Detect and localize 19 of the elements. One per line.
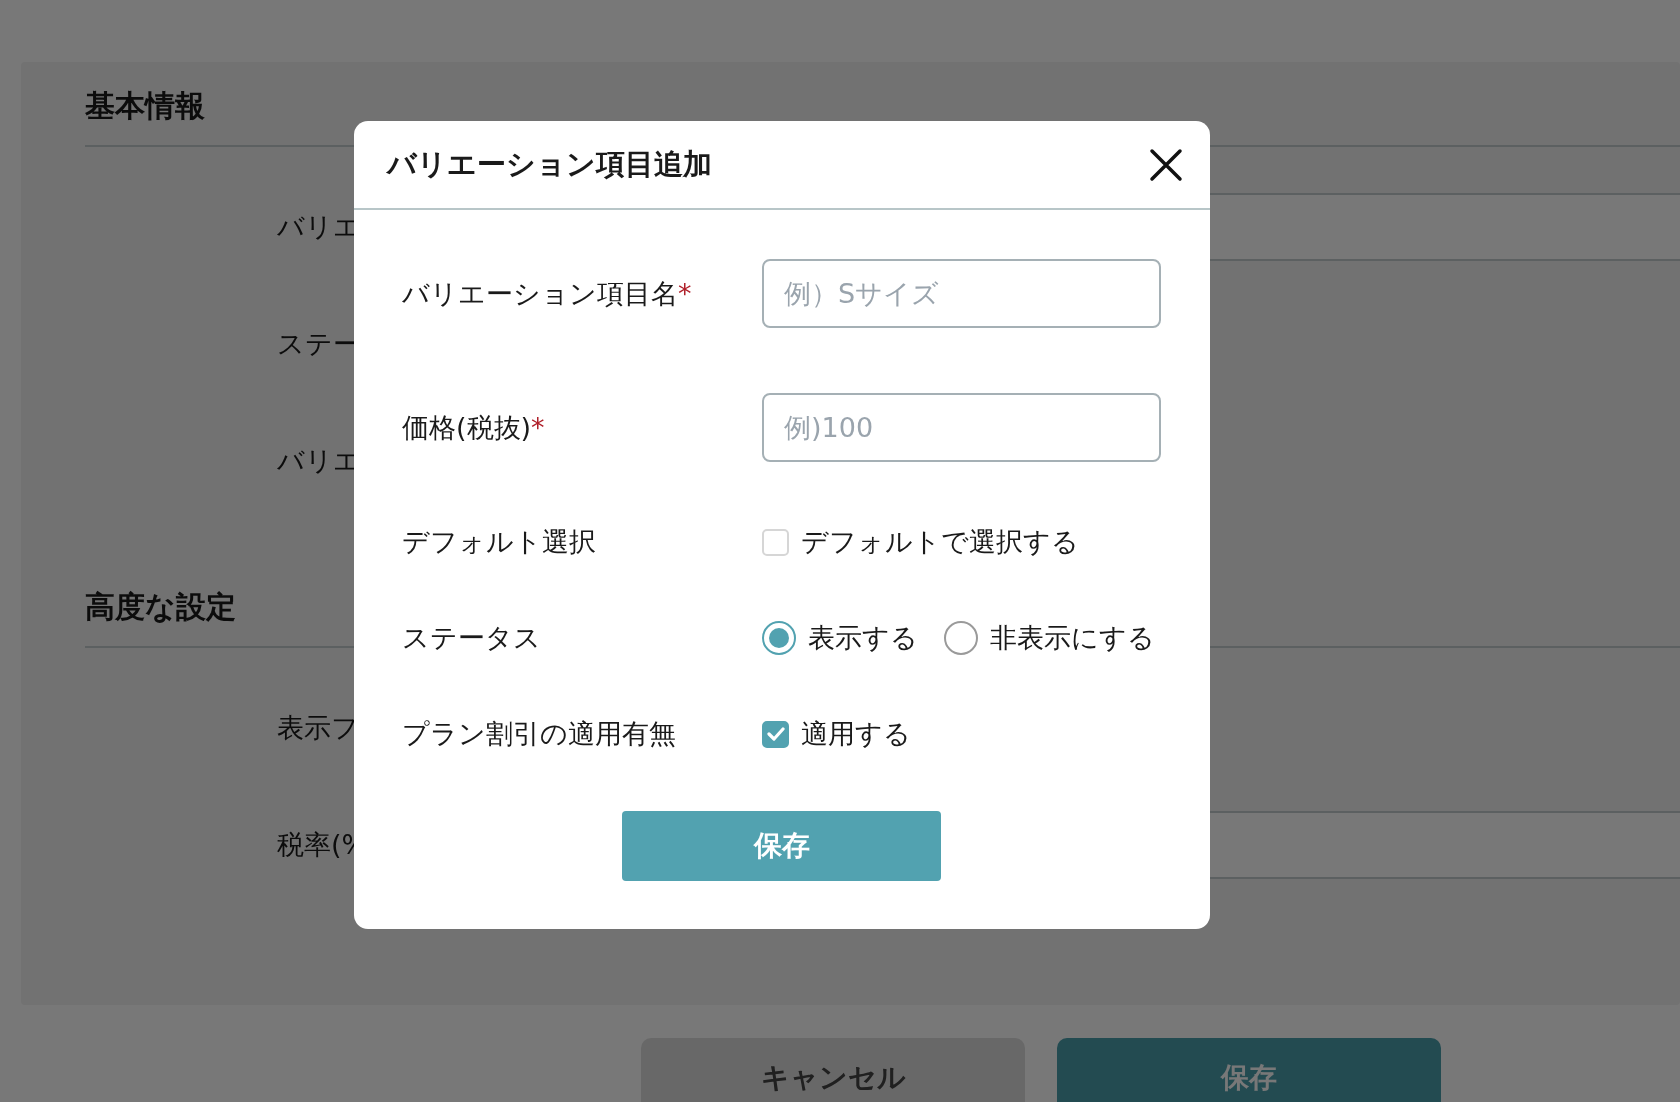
input-field[interactable]: 例）Sサイズ bbox=[762, 259, 1161, 328]
checkmark-icon bbox=[766, 727, 785, 741]
close-icon[interactable] bbox=[1149, 147, 1183, 182]
save-button[interactable]: 保存 bbox=[622, 811, 941, 881]
checkbox-label: 適用する bbox=[801, 717, 911, 751]
cancel-button[interactable]: キャンセル bbox=[641, 1038, 1025, 1102]
radio-button[interactable] bbox=[944, 621, 978, 655]
field-label: プラン割引の適用有無 bbox=[402, 717, 677, 751]
radio-button[interactable] bbox=[762, 621, 796, 655]
checkbox-label: デフォルトで選択する bbox=[801, 525, 1079, 559]
dialog-title: バリエーション項目追加 bbox=[387, 145, 712, 183]
field-label: バリエーション項目名* bbox=[402, 276, 693, 311]
input-field[interactable]: 例)100 bbox=[762, 393, 1161, 462]
checkbox[interactable] bbox=[762, 720, 789, 748]
checkbox[interactable] bbox=[762, 528, 789, 556]
save-button[interactable]: 保存 bbox=[1057, 1038, 1441, 1102]
field-label: デフォルト選択 bbox=[402, 525, 597, 559]
field-label: 価格(税抜)* bbox=[402, 410, 546, 445]
field-label: 表示フ bbox=[277, 711, 359, 745]
